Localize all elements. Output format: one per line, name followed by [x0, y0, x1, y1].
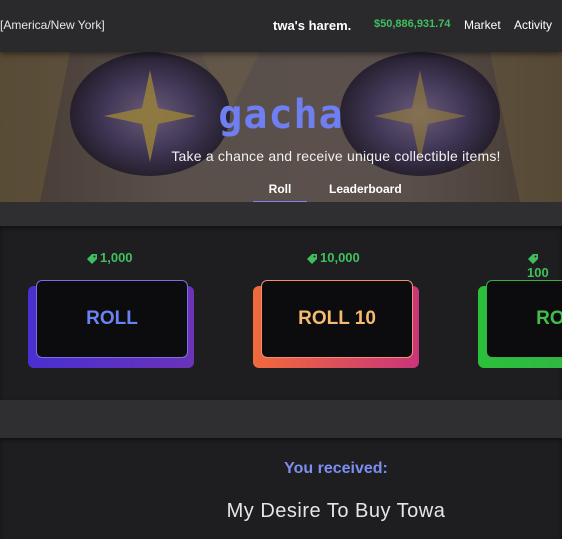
tag-icon [87, 253, 97, 264]
roll-options-panel: 1,000 ROLL 10,000 ROLL 10 100 ROLL [0, 226, 562, 400]
page-subtitle: Take a chance and receive unique collect… [171, 148, 501, 164]
tag-icon [528, 253, 538, 264]
roll-10-price: 10,000 [306, 250, 360, 265]
roll-100-price: 100 [527, 250, 562, 280]
received-item-name: My Desire To Buy Towa [226, 500, 446, 522]
nav-activity-link[interactable]: Activity [514, 18, 552, 32]
roll-10-button[interactable]: ROLL 10 [253, 278, 419, 368]
result-heading: You received: [284, 460, 388, 477]
roll-10-price-value: 10,000 [320, 250, 360, 265]
roll-result-panel: You received: My Desire To Buy Towa [0, 438, 562, 539]
roll-100-button-face[interactable]: ROLL [486, 280, 562, 358]
balance-display: $50,886,931.74 [374, 18, 451, 30]
tag-icon [307, 253, 317, 264]
top-nav: [America/New York] twa's harem. $50,886,… [0, 0, 562, 52]
timezone-label: [America/New York] [0, 18, 105, 32]
site-name[interactable]: twa's harem. [273, 18, 351, 33]
page-title: gacha [218, 92, 344, 138]
tab-leaderboard[interactable]: Leaderboard [329, 182, 402, 196]
roll-price: 1,000 [86, 250, 133, 265]
roll-price-value: 1,000 [100, 250, 133, 265]
section-divider [0, 202, 562, 226]
roll-button[interactable]: ROLL [28, 278, 194, 368]
hero-banner: gacha Take a chance and receive unique c… [0, 52, 562, 202]
roll-button-face[interactable]: ROLL [36, 280, 188, 358]
roll-100-button[interactable]: ROLL [478, 278, 562, 368]
roll-10-button-face[interactable]: ROLL 10 [261, 280, 413, 358]
tab-roll[interactable]: Roll [253, 182, 307, 196]
section-divider [0, 400, 562, 438]
nav-market-link[interactable]: Market [464, 18, 501, 32]
